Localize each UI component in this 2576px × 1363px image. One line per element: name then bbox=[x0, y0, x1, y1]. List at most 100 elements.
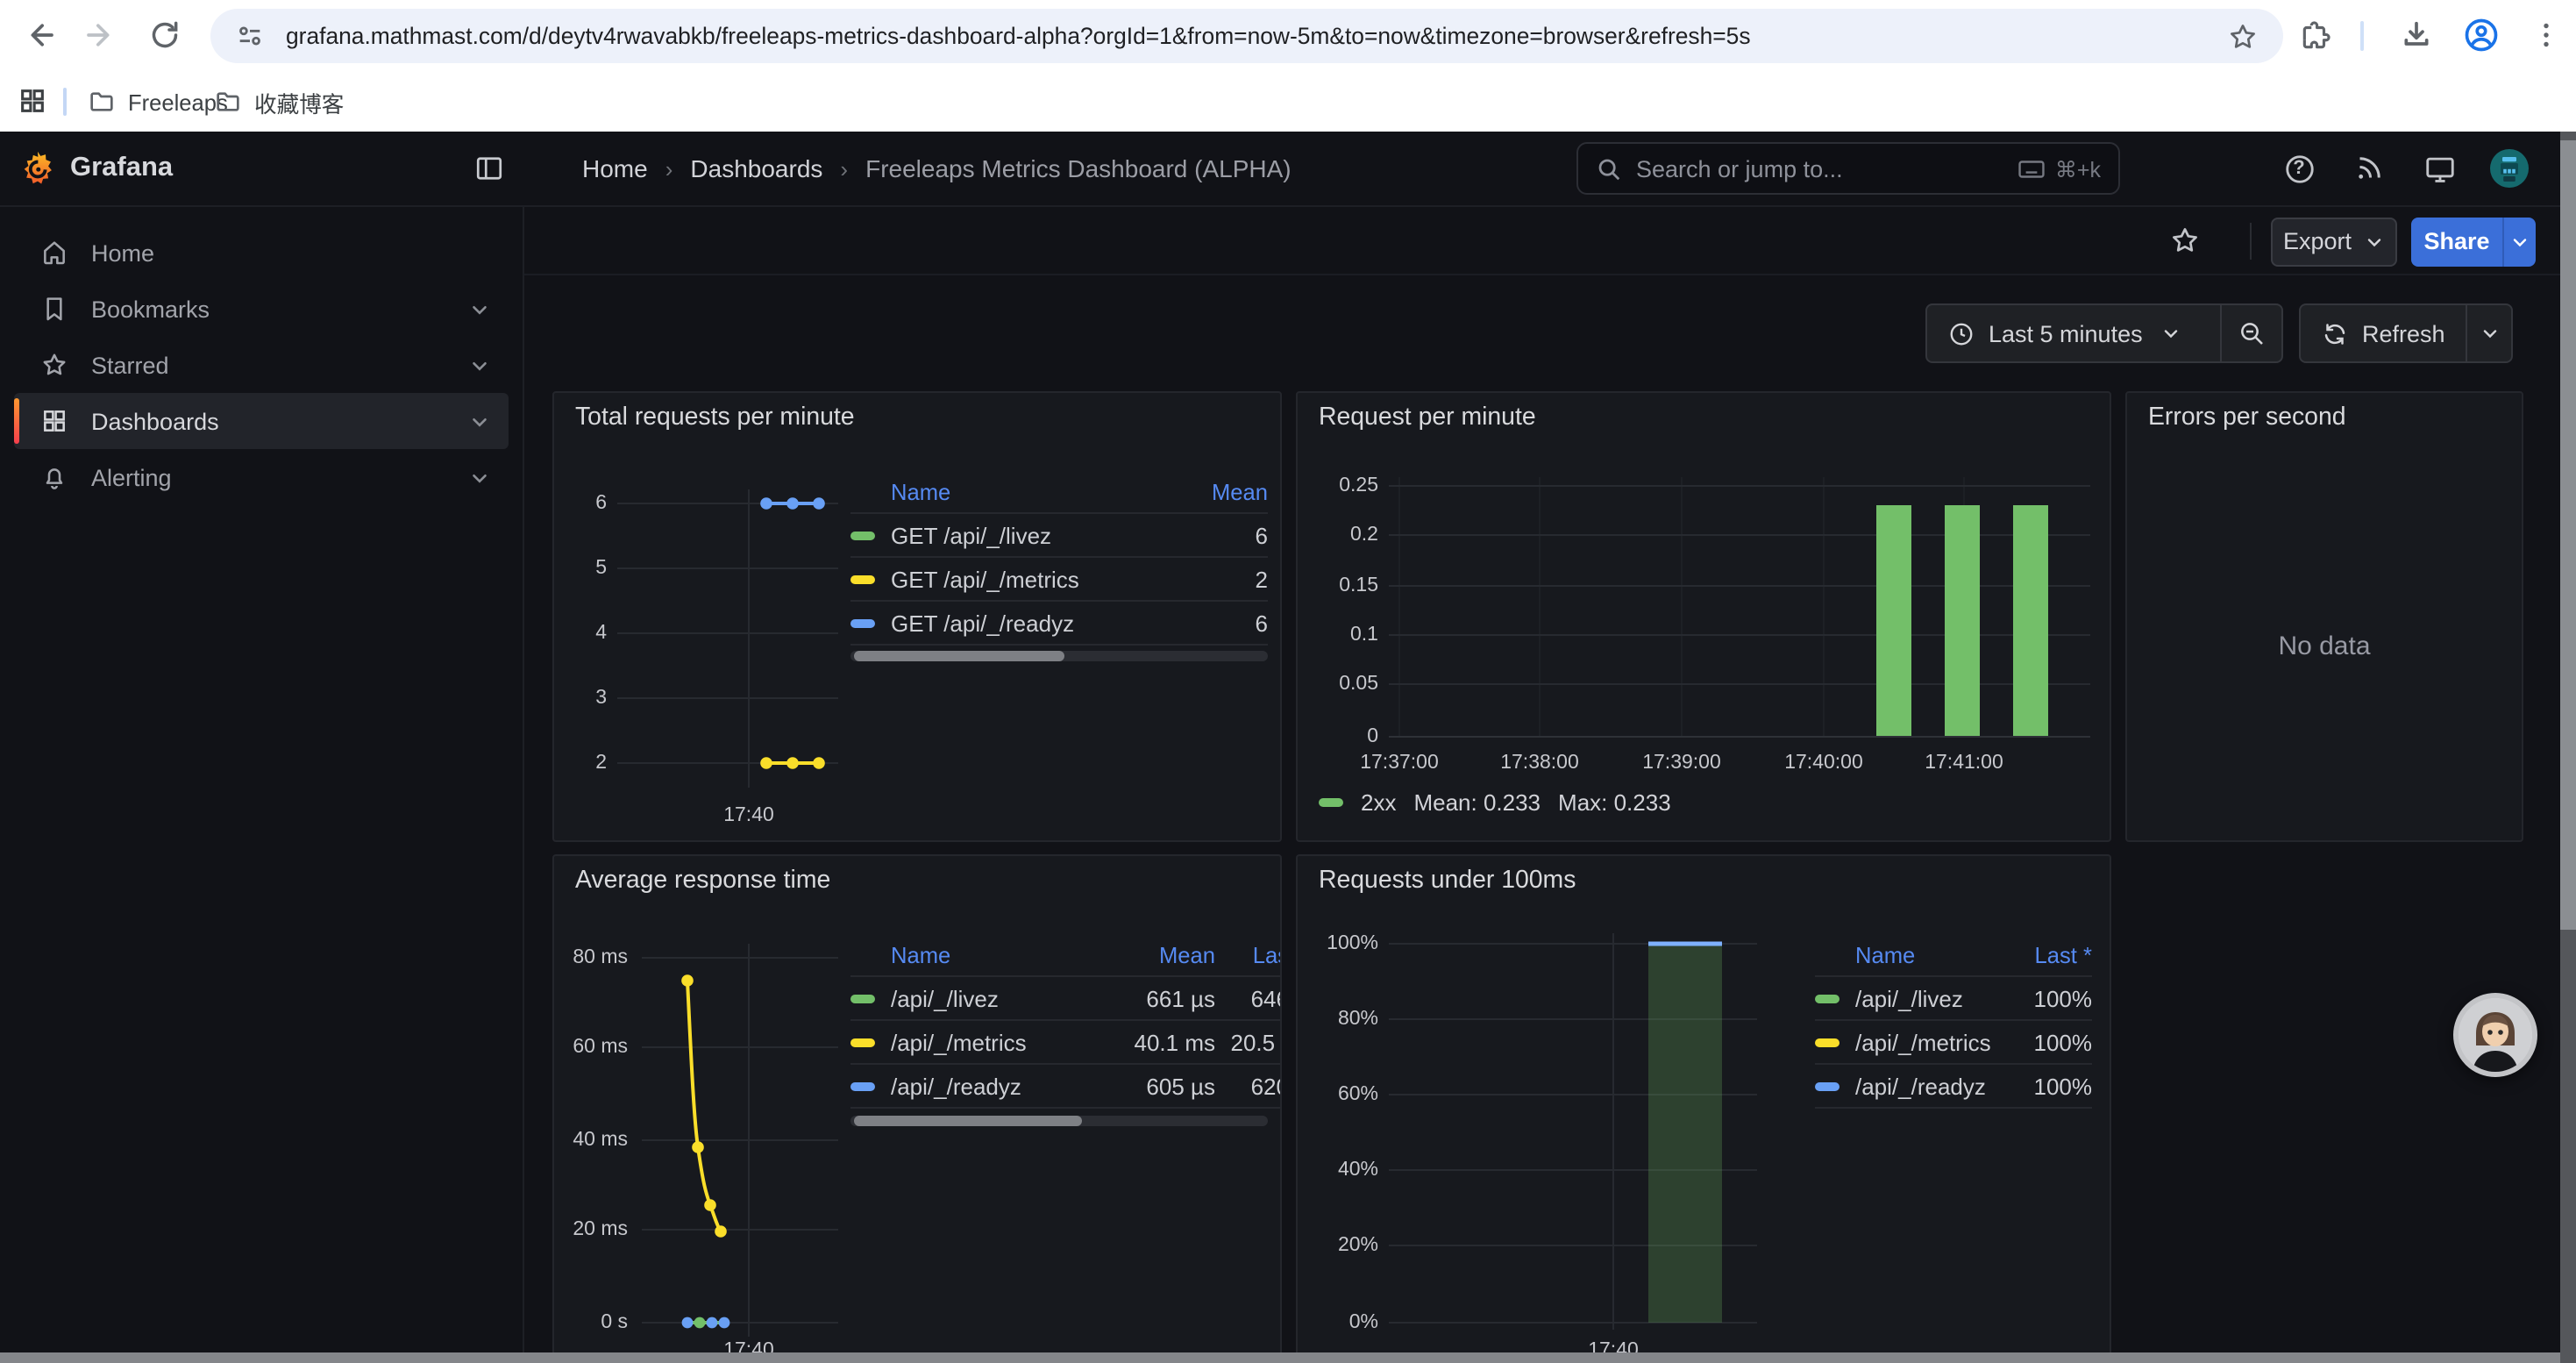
bookmark-folder-blogs[interactable]: 收藏博客 bbox=[214, 72, 344, 132]
chevron-down-icon[interactable] bbox=[468, 466, 491, 489]
series-name[interactable]: /api/_/livez bbox=[1855, 985, 2008, 1011]
horizontal-scrollbar[interactable] bbox=[0, 1352, 2560, 1363]
grafana-top-nav: Grafana Home › Dashboards › Freeleaps Me… bbox=[0, 132, 2576, 207]
series-swatch bbox=[1815, 1038, 1839, 1046]
legend-scrollbar[interactable] bbox=[850, 651, 1268, 661]
refresh-interval-button[interactable] bbox=[2467, 305, 2511, 361]
breadcrumb-dashboards[interactable]: Dashboards bbox=[690, 154, 822, 182]
zoom-out-button[interactable] bbox=[2222, 305, 2281, 361]
panel-avg-response-time[interactable]: Average response time 80 ms 60 ms 40 ms … bbox=[552, 854, 1282, 1363]
time-range-picker[interactable]: Last 5 minutes bbox=[1927, 305, 2220, 361]
legend-scrollbar[interactable] bbox=[850, 1116, 1268, 1126]
series-name[interactable]: /api/_/metrics bbox=[1855, 1029, 2008, 1055]
bookmark-folder-freeleaps[interactable]: Freeleaps bbox=[88, 72, 228, 132]
url-input[interactable] bbox=[286, 23, 2202, 49]
legend-row[interactable]: /api/_/livez 100% bbox=[1815, 975, 2092, 1019]
star-icon bbox=[40, 351, 68, 379]
panel-title[interactable]: Requests under 100ms bbox=[1319, 867, 1576, 895]
legend-col-name[interactable]: Name bbox=[891, 478, 1191, 504]
panel-total-requests[interactable]: Total requests per minute 6 5 4 3 2 17:4… bbox=[552, 391, 1282, 842]
sidebar-item-bookmarks[interactable]: Bookmarks bbox=[14, 281, 509, 337]
series-name[interactable]: /api/_/livez bbox=[891, 985, 1107, 1011]
series-name[interactable]: GET /api/_/readyz bbox=[891, 610, 1191, 636]
floating-assistant-avatar[interactable] bbox=[2453, 993, 2537, 1077]
refresh-button[interactable]: Refresh bbox=[2301, 305, 2466, 361]
legend-col-last[interactable]: Las bbox=[1215, 941, 1282, 967]
legend-row[interactable]: 2xx Mean: 0.233 Max: 0.233 bbox=[1319, 789, 1671, 816]
panel-under-100ms[interactable]: Requests under 100ms 100% 80% 60% 40% 20… bbox=[1296, 854, 2111, 1363]
sidebar-item-starred[interactable]: Starred bbox=[14, 337, 509, 393]
legend-col-mean[interactable]: Mean bbox=[1107, 941, 1215, 967]
active-indicator bbox=[14, 398, 19, 444]
back-icon[interactable] bbox=[18, 14, 60, 56]
breadcrumb-separator: › bbox=[665, 155, 673, 182]
y-tick: 0 s bbox=[554, 1309, 628, 1337]
help-icon[interactable]: ? bbox=[2281, 151, 2316, 186]
series-name[interactable]: 2xx bbox=[1361, 789, 1396, 816]
legend-row[interactable]: GET /api/_/metrics 2 bbox=[850, 556, 1268, 600]
series-name[interactable]: /api/_/metrics bbox=[891, 1029, 1107, 1055]
y-tick: 80% bbox=[1298, 1005, 1378, 1033]
panel-title[interactable]: Request per minute bbox=[1319, 403, 1536, 432]
profile-icon[interactable] bbox=[2460, 14, 2502, 56]
x-tick: 17:40 bbox=[705, 802, 793, 830]
series-name[interactable]: /api/_/readyz bbox=[1855, 1073, 2008, 1099]
menu-icon[interactable] bbox=[2525, 14, 2567, 56]
legend-col-name[interactable]: Name bbox=[891, 941, 1107, 967]
url-bar[interactable] bbox=[210, 9, 2283, 63]
reload-icon[interactable] bbox=[144, 14, 186, 56]
share-menu-button[interactable] bbox=[2502, 217, 2536, 266]
forward-icon[interactable] bbox=[81, 14, 123, 56]
subheader-divider bbox=[2250, 223, 2252, 260]
extensions-icon[interactable] bbox=[2294, 14, 2336, 56]
legend-row[interactable]: /api/_/metrics 100% bbox=[1815, 1019, 2092, 1063]
sidebar-item-dashboards[interactable]: Dashboards bbox=[14, 393, 509, 449]
legend-row[interactable]: /api/_/livez 661 µs 646 bbox=[850, 975, 1282, 1019]
export-button[interactable]: Export bbox=[2271, 217, 2397, 266]
panel-title[interactable]: Errors per second bbox=[2148, 403, 2346, 432]
chevron-down-icon[interactable] bbox=[468, 353, 491, 376]
legend-col-mean[interactable]: Mean bbox=[1191, 478, 1268, 504]
monitor-icon[interactable] bbox=[2422, 151, 2457, 186]
search-input[interactable] bbox=[1636, 155, 2003, 182]
share-label: Share bbox=[2423, 228, 2489, 254]
legend-row[interactable]: /api/_/readyz 100% bbox=[1815, 1063, 2092, 1107]
legend-row[interactable]: /api/_/metrics 40.1 ms 20.5 r bbox=[850, 1019, 1282, 1063]
vertical-scrollbar[interactable] bbox=[2560, 132, 2576, 1363]
sidebar-toggle-icon[interactable] bbox=[473, 153, 505, 184]
y-tick: 5 bbox=[561, 554, 607, 582]
brand-title[interactable]: Grafana bbox=[70, 153, 173, 184]
legend-row[interactable]: GET /api/_/livez 6 bbox=[850, 512, 1268, 556]
download-icon[interactable] bbox=[2395, 14, 2437, 56]
grafana-logo[interactable] bbox=[18, 149, 58, 189]
search-box[interactable]: ⌘+k bbox=[1576, 142, 2120, 195]
panel-title[interactable]: Average response time bbox=[575, 867, 830, 895]
panel-title[interactable]: Total requests per minute bbox=[575, 403, 855, 432]
series-name[interactable]: GET /api/_/livez bbox=[891, 522, 1191, 548]
x-tick: 17:40:00 bbox=[1771, 749, 1876, 777]
series-name[interactable]: GET /api/_/metrics bbox=[891, 566, 1191, 592]
favorite-star-icon[interactable] bbox=[2169, 225, 2201, 256]
series-name[interactable]: /api/_/readyz bbox=[891, 1073, 1107, 1099]
chevron-down-icon[interactable] bbox=[468, 297, 491, 320]
series-max: Max: 0.233 bbox=[1558, 789, 1671, 816]
apps-grid-icon[interactable] bbox=[18, 86, 47, 116]
legend-row[interactable]: /api/_/readyz 605 µs 620 bbox=[850, 1063, 1282, 1107]
site-info-icon[interactable] bbox=[235, 21, 265, 51]
breadcrumb-home[interactable]: Home bbox=[582, 154, 648, 182]
shortcut-label: ⌘+k bbox=[2055, 155, 2101, 182]
legend-col-last[interactable]: Last * bbox=[2008, 941, 2092, 967]
chevron-down-icon[interactable] bbox=[468, 410, 491, 432]
news-rss-icon[interactable] bbox=[2352, 151, 2387, 186]
vertical-scrollbar-thumb[interactable] bbox=[2560, 140, 2576, 930]
user-avatar[interactable] bbox=[2488, 147, 2530, 189]
bookmark-star-icon[interactable] bbox=[2227, 20, 2259, 52]
sidebar-item-alerting[interactable]: Alerting bbox=[14, 449, 509, 505]
legend-col-name[interactable]: Name bbox=[1855, 941, 2008, 967]
panel-errors-per-second[interactable]: Errors per second No data bbox=[2125, 391, 2523, 842]
y-tick: 4 bbox=[561, 619, 607, 647]
sidebar-item-home[interactable]: Home bbox=[14, 225, 509, 281]
legend-row[interactable]: GET /api/_/readyz 6 bbox=[850, 600, 1268, 644]
share-button[interactable]: Share bbox=[2411, 217, 2502, 266]
panel-request-per-minute[interactable]: Request per minute 0.25 0.2 0.15 0.1 0.0… bbox=[1296, 391, 2111, 842]
